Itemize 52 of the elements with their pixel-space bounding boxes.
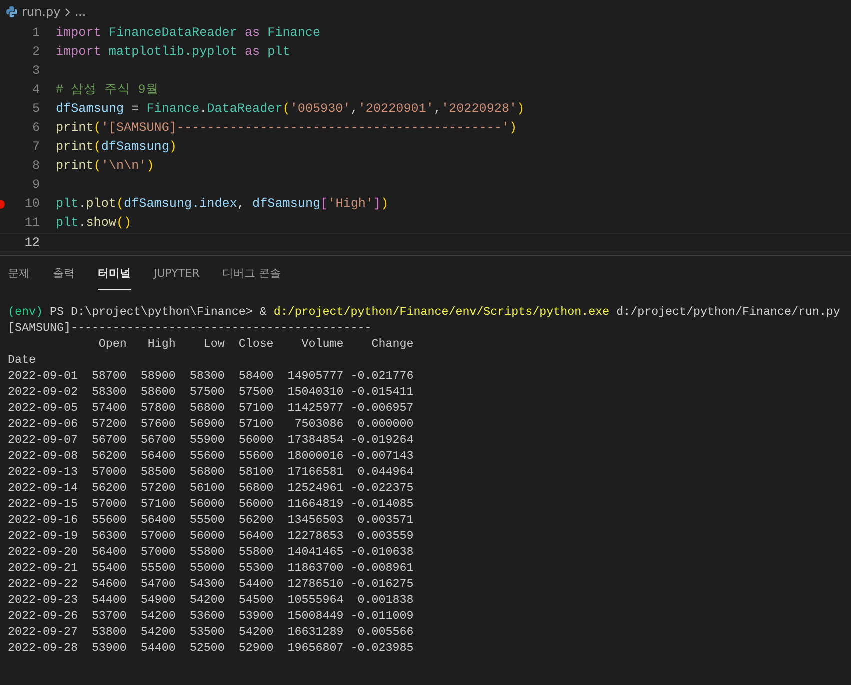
terminal-line: 2022-09-15 57000 57100 56000 56000 11664819 -0.014085: [8, 496, 414, 512]
line-number: 11: [24, 215, 40, 232]
chevron-right-icon: [64, 8, 71, 16]
code-line: import FinanceDataReader as Finance: [56, 25, 321, 42]
code-line: print(dfSamsung): [56, 139, 177, 156]
terminal-prompt: (env) PS D:\project\python\Finance> & d:/project/python/Finance/env/Scripts/python.exe d:/project/python/Finance/run.py: [8, 304, 840, 320]
code-line: dfSamsung = Finance.DataReader('005930','20220901','20220928'): [56, 101, 525, 118]
terminal-line: [SAMSUNG]-------------------------------------------: [8, 320, 372, 336]
terminal-line: 2022-09-06 57200 57600 56900 57100 7503086 0.000000: [8, 416, 414, 432]
line-number: 3: [32, 63, 40, 80]
breadcrumb-trail[interactable]: ...: [74, 3, 86, 21]
terminal-line: 2022-09-21 55400 55500 55000 55300 11863700 -0.008961: [8, 560, 414, 576]
line-number: 4: [32, 82, 40, 99]
terminal-line: 2022-09-08 56200 56400 55600 55600 18000016 -0.007143: [8, 448, 414, 464]
line-number: 7: [32, 139, 40, 156]
terminal-line: 2022-09-16 55600 56400 55500 56200 13456503 0.003571: [8, 512, 414, 528]
panel-tab[interactable]: 출력: [53, 258, 75, 290]
terminal-line: 2022-09-22 54600 54700 54300 54400 12786510 -0.016275: [8, 576, 414, 592]
line-number: 5: [32, 101, 40, 118]
code-line: plt.show(): [56, 215, 132, 232]
file-name[interactable]: run.py: [22, 3, 61, 21]
line-number: 9: [32, 177, 40, 194]
line-number: 6: [32, 120, 40, 137]
line-number: 1: [32, 25, 40, 42]
terminal-line: 2022-09-28 53900 54400 52500 52900 19656807 -0.023985: [8, 640, 414, 656]
terminal-line: 2022-09-27 53800 54200 53500 54200 16631289 0.005566: [8, 624, 414, 640]
terminal-line: Open High Low Close Volume Change: [98, 336, 414, 352]
code-line: print('\n\n'): [56, 158, 154, 175]
code-line: print('[SAMSUNG]-------------------------------------------'): [56, 120, 518, 137]
terminal-line: Date: [8, 352, 36, 368]
panel-tab[interactable]: 디버그 콘솔: [222, 258, 282, 290]
terminal-line: 2022-09-05 57400 57800 56800 57100 11425977 -0.006957: [8, 400, 414, 416]
line-number: 2: [32, 44, 40, 61]
panel-tab[interactable]: 터미널: [98, 258, 131, 290]
terminal-line: 2022-09-19 56300 57000 56000 56400 12278653 0.003559: [8, 528, 414, 544]
panel-tab[interactable]: 문제: [8, 258, 30, 290]
line-number: 8: [32, 158, 40, 175]
line-number: 10: [24, 196, 40, 213]
code-line: import matplotlib.pyplot as plt: [56, 44, 290, 61]
terminal-line: 2022-09-13 57000 58500 56800 58100 17166581 0.044964: [8, 464, 414, 480]
terminal-line: 2022-09-02 58300 58600 57500 57500 15040310 -0.015411: [8, 384, 414, 400]
code-line: plt.plot(dfSamsung.index, dfSamsung['High']): [56, 196, 389, 213]
terminal-line: 2022-09-23 54400 54900 54200 54500 10555964 0.001838: [8, 592, 414, 608]
line-number: 12: [24, 235, 40, 252]
terminal-line: 2022-09-07 56700 56700 55900 56000 17384854 -0.019264: [8, 432, 414, 448]
terminal-line: 2022-09-14 56200 57200 56100 56800 12524961 -0.022375: [8, 480, 414, 496]
terminal-line: 2022-09-01 58700 58900 58300 58400 14905777 -0.021776: [8, 368, 414, 384]
terminal-line: 2022-09-20 56400 57000 55800 55800 14041465 -0.010638: [8, 544, 414, 560]
python-file-icon: [6, 6, 18, 18]
code-line: # 삼성 주식 9월: [56, 82, 159, 99]
panel-tab[interactable]: JUPYTER: [154, 258, 200, 290]
terminal-line: 2022-09-26 53700 54200 53600 53900 15008449 -0.011009: [8, 608, 414, 624]
